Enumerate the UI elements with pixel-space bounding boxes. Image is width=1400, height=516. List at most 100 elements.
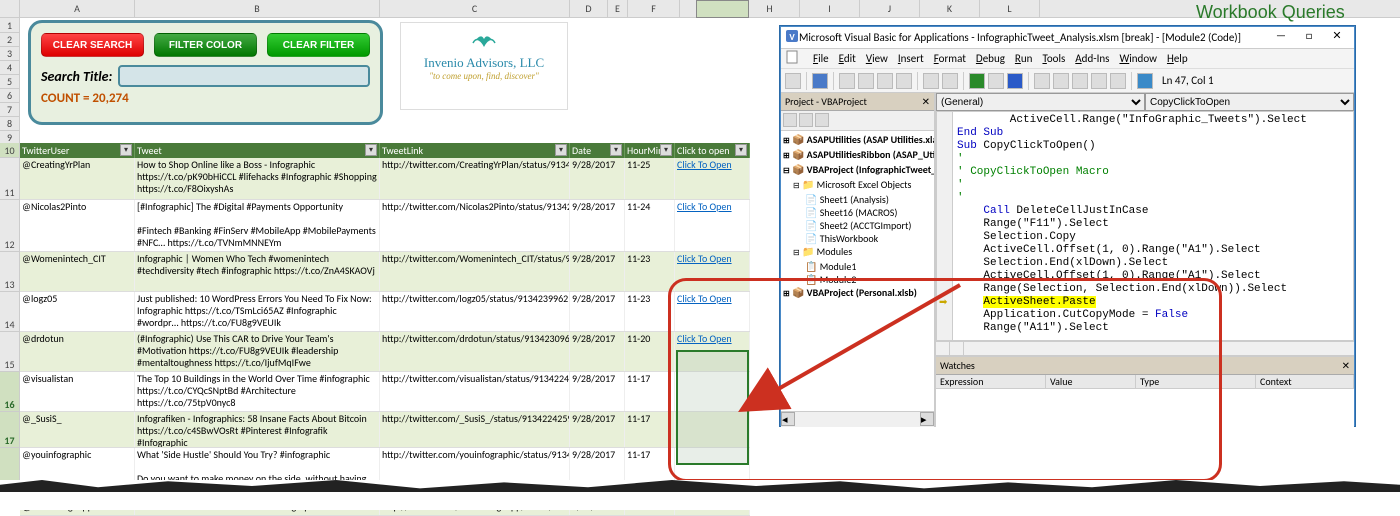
tree-item[interactable]: 📄 Sheet1 (Analysis) — [783, 193, 932, 206]
col-header-B[interactable]: B — [135, 0, 380, 17]
object-dropdown[interactable]: (General) — [936, 93, 1145, 111]
vba-menubar[interactable]: FileEditViewInsertFormatDebugRunToolsAdd… — [781, 49, 1354, 69]
cell-date[interactable]: 9/28/2017 — [570, 372, 625, 411]
design-icon[interactable] — [1034, 73, 1050, 89]
th-hourminute[interactable]: HourMinu — [625, 143, 675, 158]
watches-close-icon[interactable]: ✕ — [1342, 359, 1350, 372]
menu-add-ins[interactable]: Add-Ins — [1075, 52, 1109, 65]
cell-click[interactable]: Click To Open — [675, 200, 750, 251]
project-icon[interactable] — [1053, 73, 1069, 89]
click-to-open-link[interactable]: Click To Open — [677, 200, 732, 213]
tree-item[interactable]: 📄 Sheet2 (ACCTGImport) — [783, 219, 932, 232]
tree-item[interactable]: ⊞ 📦 ASAPUtilitiesRibbon (ASAP_Utiliti — [783, 148, 932, 163]
cell-date[interactable]: 9/28/2017 — [570, 412, 625, 447]
search-input[interactable] — [118, 65, 370, 87]
filter-color-button[interactable]: FILTER COLOR — [154, 33, 257, 57]
tree-item[interactable]: ⊞ 📦 ASAPUtilities (ASAP Utilities.xla) — [783, 133, 932, 148]
cell-click[interactable]: Click To Open — [675, 252, 750, 291]
th-tweetlink[interactable]: TweetLink — [380, 143, 570, 158]
col-header-D[interactable]: D — [570, 0, 608, 17]
col-header-C[interactable]: C — [380, 0, 570, 17]
tree-item[interactable]: ⊟ 📦 VBAProject (InfographicTweet_A — [783, 163, 932, 178]
cell-date[interactable]: 9/28/2017 — [570, 252, 625, 291]
toolbox-icon[interactable] — [1110, 73, 1126, 89]
cell-user[interactable]: @CreatingYrPlan — [20, 158, 135, 199]
menu-insert[interactable]: Insert — [898, 52, 924, 65]
cell-click[interactable]: Click To Open — [675, 292, 750, 331]
tree-item[interactable]: ⊟ 📁 Microsoft Excel Objects — [783, 178, 932, 193]
click-to-open-link[interactable]: Click To Open — [677, 292, 732, 305]
menu-tools[interactable]: Tools — [1042, 52, 1065, 65]
cell-tweet[interactable]: [#Infographic] The #Digital #Payments Op… — [135, 200, 380, 251]
toggle-folders-icon[interactable] — [815, 113, 829, 127]
tree-item[interactable]: ⊞ 📦 VBAProject (Personal.xlsb) — [783, 286, 932, 301]
cell-user[interactable]: @drdotun — [20, 332, 135, 371]
copy-icon[interactable] — [858, 73, 874, 89]
cell-tweet[interactable]: (#Infographic) Use This CAR to Drive You… — [135, 332, 380, 371]
cell-user[interactable]: @logz05 — [20, 292, 135, 331]
find-icon[interactable] — [896, 73, 912, 89]
th-tweet[interactable]: Tweet — [135, 143, 380, 158]
th-date[interactable]: Date — [570, 143, 625, 158]
tree-item[interactable]: ⊟ 📁 Modules — [783, 245, 932, 260]
cell-link[interactable]: http://twitter.com/CreatingYrPlan/status… — [380, 158, 570, 199]
cell-hm[interactable]: 11-17 — [625, 412, 675, 447]
undo-icon[interactable] — [923, 73, 939, 89]
menu-file[interactable]: File — [813, 52, 829, 65]
table-row[interactable]: @Nicolas2Pinto[#Infographic] The #Digita… — [20, 200, 750, 252]
cell-link[interactable]: http://twitter.com/Womenintech_CIT/statu… — [380, 252, 570, 291]
cell-tweet[interactable]: Infographic | Women Who Tech #womenintec… — [135, 252, 380, 291]
cell-user[interactable]: @Nicolas2Pinto — [20, 200, 135, 251]
save-icon[interactable] — [812, 73, 828, 89]
table-row[interactable]: @logz05Just published: 10 WordPress Erro… — [20, 292, 750, 332]
cell-user[interactable]: @visualistan — [20, 372, 135, 411]
cell-hm[interactable]: 11-23 — [625, 252, 675, 291]
th-clicktoopen[interactable]: Click to open — [675, 143, 750, 158]
col-header-K[interactable]: K — [920, 0, 980, 17]
run-icon[interactable] — [969, 73, 985, 89]
cell-tweet[interactable]: Just published: 10 WordPress Errors You … — [135, 292, 380, 331]
cell-click[interactable]: Click To Open — [675, 158, 750, 199]
table-row[interactable]: @_SusiS_Infografiken - Infographics: 58 … — [20, 412, 750, 448]
clear-search-button[interactable]: CLEAR SEARCH — [41, 33, 144, 57]
selected-range[interactable] — [676, 350, 749, 465]
cell-tweet[interactable]: How to Shop Online like a Boss - Infogra… — [135, 158, 380, 199]
code-editor[interactable]: ➡ ActiveCell.Range("InfoGraphic_Tweets")… — [936, 111, 1354, 341]
table-row[interactable]: @Womenintech_CITInfographic | Women Who … — [20, 252, 750, 292]
cell-hm[interactable]: 11-23 — [625, 292, 675, 331]
cell-hm[interactable]: 11-24 — [625, 200, 675, 251]
redo-icon[interactable] — [942, 73, 958, 89]
view-object-icon[interactable] — [799, 113, 813, 127]
project-close-icon[interactable]: ✕ — [922, 95, 930, 108]
cell-link[interactable]: http://twitter.com/visualistan/status/91… — [380, 372, 570, 411]
col-header-A[interactable]: A — [20, 0, 135, 17]
th-twitteruser[interactable]: TwitterUser — [20, 143, 135, 158]
cell-hm[interactable]: 11-17 — [625, 372, 675, 411]
code-view-buttons[interactable] — [936, 341, 1354, 355]
cell-user[interactable]: @Womenintech_CIT — [20, 252, 135, 291]
properties-icon[interactable] — [1072, 73, 1088, 89]
cell-date[interactable]: 9/28/2017 — [570, 292, 625, 331]
clear-filter-button[interactable]: CLEAR FILTER — [267, 33, 370, 57]
help-icon[interactable] — [1137, 73, 1153, 89]
menu-run[interactable]: Run — [1015, 52, 1033, 65]
cut-icon[interactable] — [839, 73, 855, 89]
menu-debug[interactable]: Debug — [976, 52, 1005, 65]
cell-date[interactable]: 9/28/2017 — [570, 332, 625, 371]
tree-item[interactable]: 📋 Module2 — [783, 273, 932, 286]
cell-hm[interactable]: 11-20 — [625, 332, 675, 371]
tree-item[interactable]: 📄 ThisWorkbook — [783, 232, 932, 245]
table-row[interactable]: @drdotun(#Infographic) Use This CAR to D… — [20, 332, 750, 372]
tree-item[interactable]: 📄 Sheet16 (MACROS) — [783, 206, 932, 219]
cell-link[interactable]: http://twitter.com/logz05/status/9134239… — [380, 292, 570, 331]
minimize-button[interactable]: — — [1268, 29, 1294, 47]
cell-link[interactable]: http://twitter.com/drdotun/status/913423… — [380, 332, 570, 371]
reset-icon[interactable] — [1007, 73, 1023, 89]
project-tree[interactable]: ⊞ 📦 ASAPUtilities (ASAP Utilities.xla)⊞ … — [781, 131, 934, 411]
break-icon[interactable] — [988, 73, 1004, 89]
view-icon[interactable] — [785, 73, 801, 89]
col-header-E[interactable]: E — [608, 0, 628, 17]
click-to-open-link[interactable]: Click To Open — [677, 158, 732, 171]
table-row[interactable]: @visualistanThe Top 10 Buildings in the … — [20, 372, 750, 412]
view-code-icon[interactable] — [783, 113, 797, 127]
